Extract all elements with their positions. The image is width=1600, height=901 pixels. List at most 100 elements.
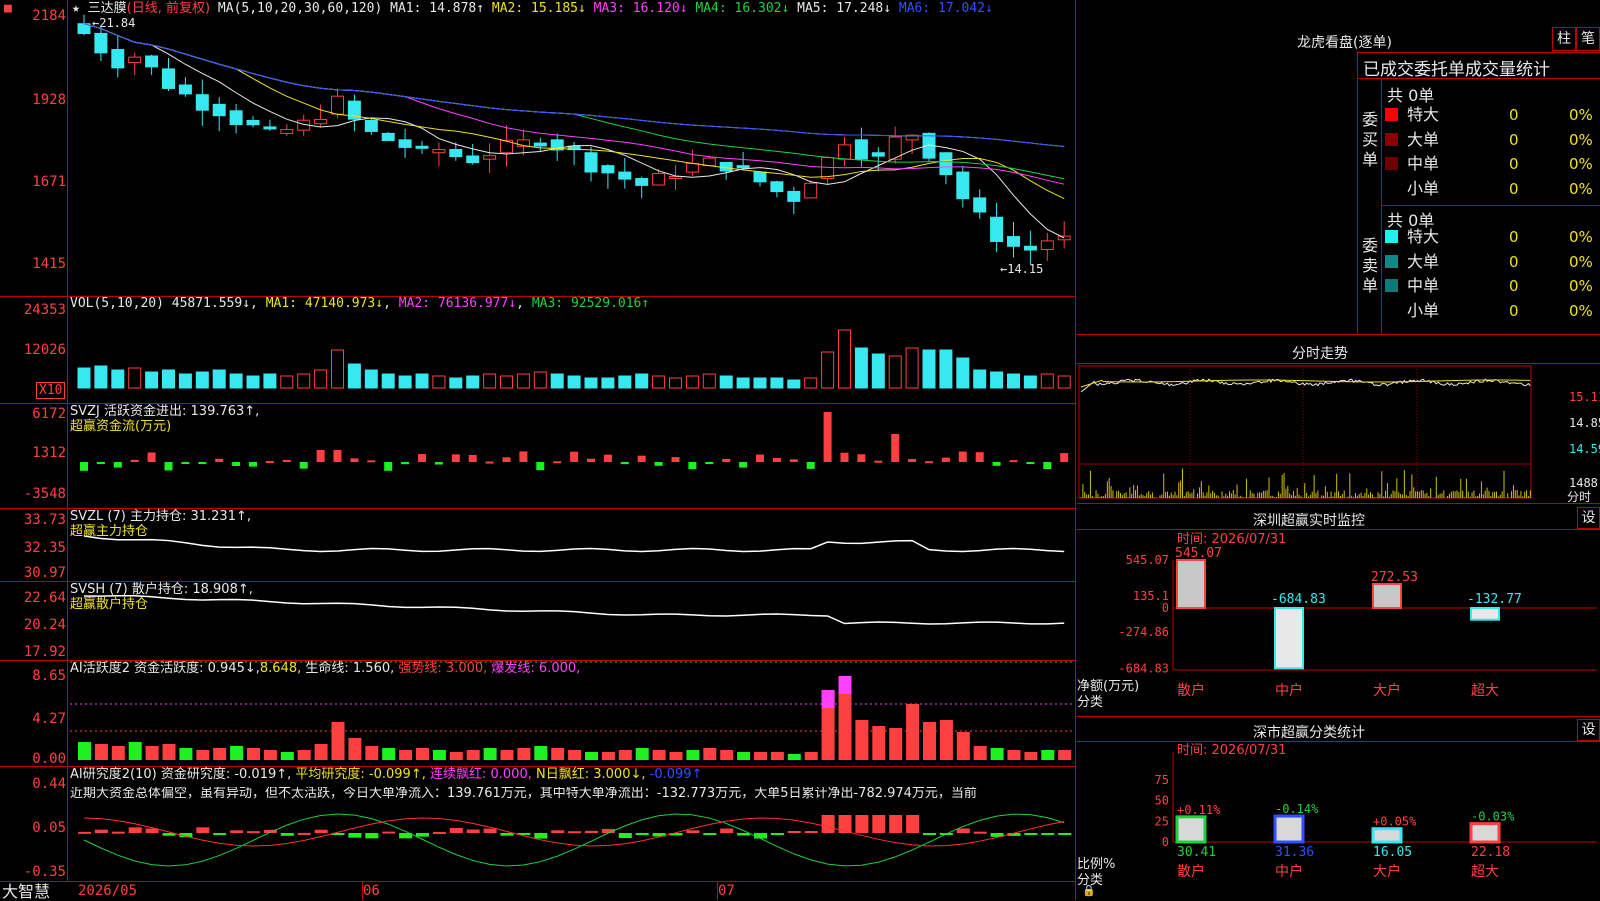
fenshi-time-label: 分时 xyxy=(1567,490,1592,504)
fenshi-chart[interactable] xyxy=(1077,364,1600,500)
volume-bar xyxy=(567,375,581,389)
candle-body xyxy=(111,49,125,69)
ai1-bar xyxy=(416,748,429,760)
ai1-bar xyxy=(585,752,598,760)
ai1-bar xyxy=(906,704,920,760)
candle-body xyxy=(145,55,159,68)
candle-body xyxy=(483,155,497,160)
volume-bar xyxy=(1023,375,1037,389)
ai2-bar xyxy=(1058,833,1072,835)
svzl-line xyxy=(83,535,1065,553)
classify-chart: 75 50 25 0 +0.11% 30.41 散户 -0.14% 31.36 中户 +0.05% 1… xyxy=(1155,752,1597,880)
buy-pct-0: 0% xyxy=(1569,106,1593,124)
ai1-bar xyxy=(466,750,480,760)
ai1-bar xyxy=(500,750,514,760)
candle-body xyxy=(229,110,243,125)
chart-area[interactable]: ■ ★ 三达膜(日线, 前复权) MA(5,10,20,30,60,120) M… xyxy=(0,0,1096,900)
fenshi-title: 分时走势 xyxy=(1292,346,1348,362)
ai1-bar xyxy=(990,748,1004,760)
ai1-bar xyxy=(382,748,396,760)
ai1-bar xyxy=(365,746,379,760)
svzl-y-tick: 33.73 xyxy=(23,512,66,528)
svzj-bar xyxy=(316,450,325,462)
volume-bar xyxy=(314,369,328,389)
ai2-bar xyxy=(382,831,396,834)
ai1-bar xyxy=(280,752,294,760)
ai2-bar xyxy=(686,830,700,833)
buy-swatch-0 xyxy=(1385,108,1398,121)
svzj-bar xyxy=(113,462,122,468)
ai1-bar xyxy=(1024,752,1038,760)
ai1-y-tick: 4.27 xyxy=(32,711,66,727)
ai2-average: 平均研究度: -0.099↑, xyxy=(295,767,426,782)
svzj-bar xyxy=(299,462,308,469)
classify-settings-button[interactable]: 设 xyxy=(1577,719,1600,741)
volume-bar xyxy=(939,349,953,389)
ai1-strong-line: 强势线: 3.000, xyxy=(398,661,488,676)
volume-bar xyxy=(449,377,463,389)
ai1-bar xyxy=(331,722,345,760)
ai1-bar xyxy=(297,750,311,760)
right-panel: 龙虎看盘(逐单) 柱 笔 已成交委托单成交量统计 委买单 委卖单 共 0单 共 … xyxy=(1077,0,1600,900)
classify-bars: 75 50 25 0 +0.11% 30.41 散户 -0.14% 31.36 中户 +0.05% 1… xyxy=(1155,752,1597,880)
volume-bar xyxy=(804,377,818,389)
svzl-y-tick: 32.35 xyxy=(23,540,66,556)
monitor-category: 散户 xyxy=(1177,682,1205,699)
svzj-bar xyxy=(451,454,460,462)
fenshi-price-tick: 15.11 xyxy=(1569,390,1600,404)
volume-bar xyxy=(500,375,513,389)
svsh-y-tick: 20.24 xyxy=(23,617,66,633)
lhb-title: 龙虎看盘(逐单) xyxy=(1297,35,1392,51)
ai2-bar xyxy=(635,833,649,835)
svzj-bar xyxy=(958,451,967,462)
candle-body xyxy=(939,152,953,176)
ai2-bars xyxy=(78,813,1072,867)
ai2-bar xyxy=(551,830,565,833)
volume-bar xyxy=(719,375,733,389)
candle-body xyxy=(415,145,429,149)
svzj-header: SVZJ 活跃资金进出: 139.763↑, xyxy=(70,404,260,419)
monitor-y-tick: 0 xyxy=(1162,601,1169,615)
sell-swatch-1 xyxy=(1385,254,1398,268)
volume-bar xyxy=(787,379,801,389)
svzj-bar xyxy=(1043,462,1052,470)
ai2-nday: N日飘红: 3.000↓, xyxy=(536,767,646,782)
sell-pct-1: 0% xyxy=(1569,252,1593,271)
candle-body xyxy=(871,152,885,157)
volume-bar xyxy=(601,377,615,389)
ai2-bar xyxy=(720,828,734,833)
classify-bar xyxy=(1371,827,1403,844)
ai1-bar xyxy=(348,738,362,760)
fenshi-price-tick: 14.85 xyxy=(1569,416,1600,430)
classify-category: 大户 xyxy=(1373,863,1401,880)
svsh-header: SVSH (7) 散户持仓: 18.908↑, xyxy=(70,582,253,597)
sell-name-0: 特大 xyxy=(1407,227,1440,246)
classify-y-tick: 50 xyxy=(1155,794,1169,808)
monitor-chart: 545.07135.10-274.86-684.83545.07散户-684.8… xyxy=(1118,546,1597,699)
ai1-bar xyxy=(770,752,784,760)
volume-bar xyxy=(888,355,902,389)
candle-body xyxy=(533,142,547,147)
candle-body xyxy=(770,181,784,193)
ai1-bar xyxy=(1058,750,1072,760)
ai1-lifeline: 生命线: 1.560, xyxy=(305,661,395,676)
volume-bar xyxy=(1040,373,1054,389)
monitor-settings-button[interactable]: 设 xyxy=(1577,507,1600,529)
svzj-bar xyxy=(401,462,410,465)
volume-bar xyxy=(398,375,412,389)
svzj-bar xyxy=(739,462,748,468)
volume-bar xyxy=(297,373,311,389)
buy-orders-label: 委买单 xyxy=(1362,110,1379,169)
candle-body xyxy=(804,182,818,199)
buy-name-0: 特大 xyxy=(1407,105,1440,124)
svzj-bar xyxy=(181,462,190,464)
ai1-bar xyxy=(162,744,176,760)
candle-body xyxy=(652,172,666,186)
svsh-path xyxy=(83,595,1065,625)
tick-view-button[interactable]: 笔 xyxy=(1576,27,1600,51)
candle-body xyxy=(685,163,699,173)
svzj-bar xyxy=(705,462,714,464)
volume-bar xyxy=(347,363,361,389)
bar-view-button[interactable]: 柱 xyxy=(1552,27,1576,51)
ai2-bar xyxy=(956,828,970,833)
